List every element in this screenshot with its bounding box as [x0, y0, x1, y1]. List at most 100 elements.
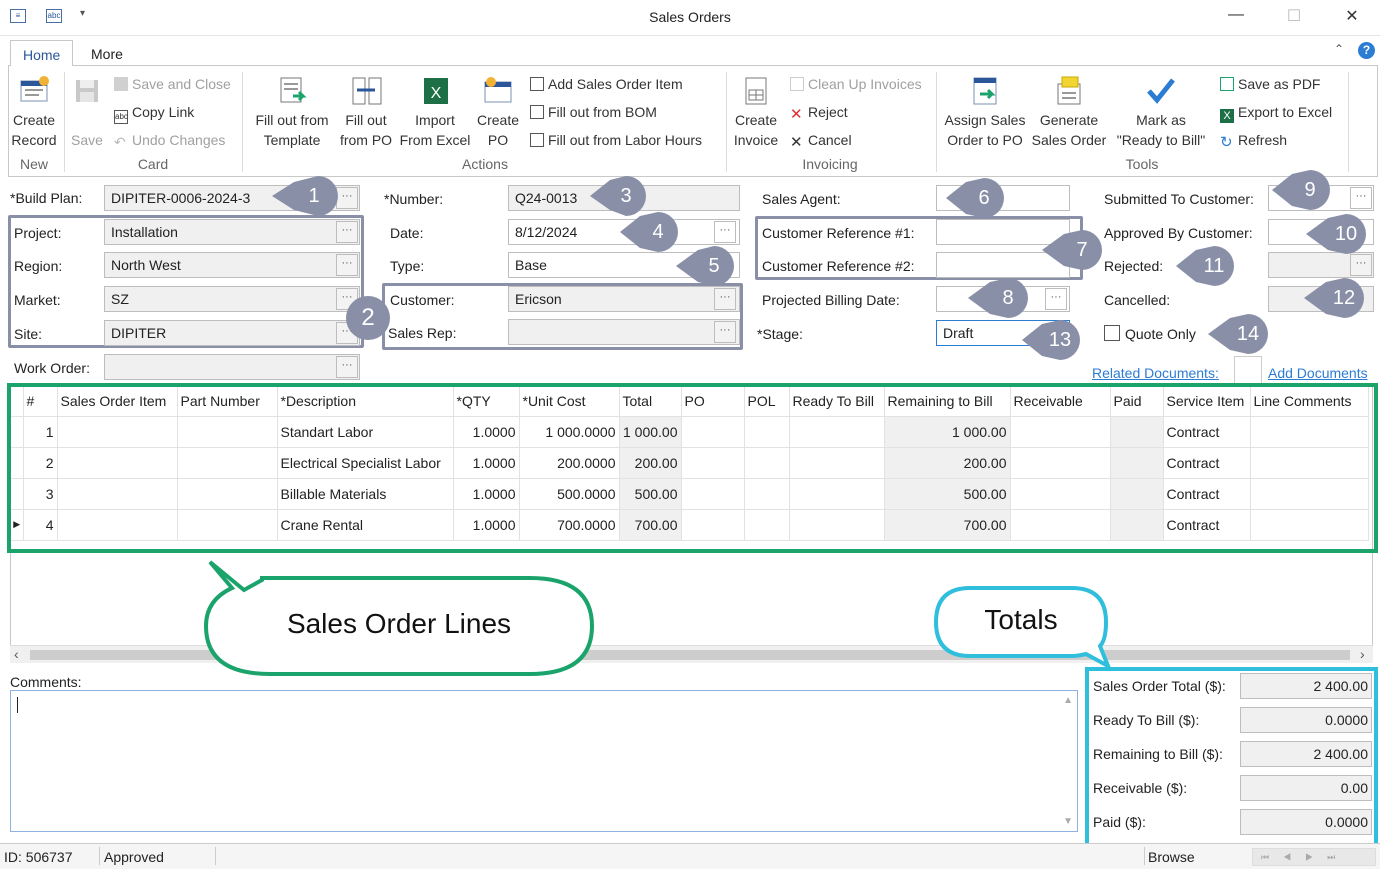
- customer-ellipsis-button[interactable]: ···: [714, 288, 736, 310]
- add-item-button[interactable]: Add Sales Order Item: [530, 76, 683, 92]
- status-divider: [99, 847, 100, 865]
- callout-number: 5: [708, 255, 720, 277]
- tab-home[interactable]: Home: [10, 40, 74, 66]
- work-order-ellipsis-button[interactable]: ···: [336, 356, 358, 378]
- scroll-down-icon[interactable]: ▼: [1063, 816, 1073, 827]
- cancel-button[interactable]: ✕ Cancel: [790, 132, 852, 151]
- new-record-icon: [20, 76, 49, 102]
- sales-rep-ellipsis-button[interactable]: ···: [714, 321, 736, 343]
- submitted-label: Submitted To Customer:: [1104, 191, 1254, 207]
- proj-billing-picker-button[interactable]: ···: [1045, 288, 1067, 310]
- callout-number: 14: [1236, 323, 1260, 345]
- total-label: Paid ($):: [1093, 814, 1146, 830]
- assign-button[interactable]: Assign Sales Order to PO: [942, 74, 1028, 150]
- minimize-icon[interactable]: —: [1224, 6, 1248, 28]
- scroll-left-icon[interactable]: ‹: [14, 646, 19, 662]
- title-bar: ≡ abc ▾ Sales Orders — ☐ ✕: [0, 0, 1380, 36]
- save-close-label: Save and Close: [132, 76, 231, 92]
- project-field[interactable]: Installation: [104, 219, 360, 245]
- mark-ready-line1: Mark as: [1136, 112, 1186, 128]
- save-close-icon: [114, 77, 128, 91]
- rejected-ellipsis-button[interactable]: ···: [1350, 254, 1372, 276]
- mark-ready-button[interactable]: Mark as "Ready to Bill": [1110, 74, 1212, 150]
- sales-rep-field[interactable]: [508, 319, 740, 345]
- excel-small-icon: X: [1220, 109, 1234, 123]
- customer-field[interactable]: Ericson: [508, 286, 740, 312]
- site-field[interactable]: DIPITER: [104, 320, 360, 346]
- customer-label: Customer:: [390, 292, 455, 308]
- create-po-button[interactable]: Create PO: [474, 74, 522, 150]
- status-divider: [215, 847, 216, 865]
- save-pdf-button[interactable]: Save as PDF: [1220, 76, 1320, 92]
- import-excel-button[interactable]: X Import From Excel: [398, 74, 472, 150]
- market-label: Market:: [14, 292, 61, 308]
- date-field[interactable]: 8/12/2024: [508, 219, 740, 245]
- quote-only-label: Quote Only: [1125, 326, 1196, 342]
- undo-button[interactable]: ↶ Undo Changes: [114, 132, 225, 150]
- reject-button[interactable]: ✕ Reject: [790, 104, 848, 123]
- quote-only-checkbox[interactable]: [1104, 325, 1120, 341]
- save-button[interactable]: Save: [68, 74, 106, 150]
- comments-label: Comments:: [10, 674, 82, 690]
- refresh-button[interactable]: ↻ Refresh: [1220, 132, 1287, 151]
- record-status: Approved: [104, 849, 164, 865]
- import-excel-line1: Import: [415, 112, 455, 128]
- horizontal-scrollbar[interactable]: ‹ ›: [10, 645, 1373, 663]
- add-item-icon: [530, 77, 544, 91]
- cust-ref1-field[interactable]: [936, 219, 1070, 245]
- generate-line2: Sales Order: [1031, 132, 1107, 148]
- date-picker-button[interactable]: ···: [714, 221, 736, 243]
- cust-ref2-field[interactable]: [936, 252, 1070, 278]
- market-field[interactable]: SZ: [104, 286, 360, 312]
- invoice-icon: [745, 77, 767, 105]
- close-icon[interactable]: ✕: [1340, 6, 1364, 28]
- tab-more[interactable]: More: [79, 40, 135, 66]
- save-close-button[interactable]: Save and Close: [114, 76, 231, 92]
- collapse-ribbon-icon[interactable]: ⌃: [1334, 42, 1344, 56]
- fill-po-button[interactable]: Fill out from PO: [336, 74, 396, 150]
- generate-button[interactable]: Generate Sales Order: [1028, 74, 1110, 150]
- copy-link-button[interactable]: abc Copy Link: [114, 104, 194, 124]
- clean-up-button[interactable]: Clean Up Invoices: [790, 76, 922, 92]
- help-icon[interactable]: ?: [1358, 42, 1375, 59]
- create-invoice-button[interactable]: Create Invoice: [730, 74, 782, 150]
- region-field[interactable]: North West: [104, 252, 360, 278]
- copy-link-label: Copy Link: [132, 104, 195, 120]
- scroll-right-icon[interactable]: ›: [1360, 646, 1365, 662]
- create-po-line2: PO: [487, 132, 509, 148]
- related-documents-link[interactable]: Related Documents:: [1092, 365, 1219, 381]
- fill-po-line1: Fill out: [345, 112, 387, 128]
- totals-callout-text: Totals: [984, 604, 1058, 635]
- assign-line2: Order to PO: [947, 132, 1023, 148]
- callout-number: 2: [361, 304, 375, 331]
- build-plan-ellipsis-button[interactable]: ···: [336, 187, 358, 209]
- fill-labor-button[interactable]: Fill out from Labor Hours: [530, 132, 702, 148]
- assign-icon: [973, 77, 997, 105]
- scroll-up-icon[interactable]: ▲: [1063, 695, 1073, 706]
- cancel-label: Cancel: [808, 132, 852, 148]
- documents-thumbnail[interactable]: [1234, 356, 1262, 384]
- callout-number: 11: [1203, 255, 1225, 277]
- create-record-line1: Create: [12, 112, 56, 128]
- comments-textarea[interactable]: ▲ ▼: [10, 690, 1078, 832]
- pdf-icon: [1220, 77, 1234, 91]
- create-record-button[interactable]: Create Record: [10, 74, 58, 150]
- record-navigator[interactable]: ⏮◀▶⏭: [1252, 848, 1376, 866]
- fill-bom-button[interactable]: Fill out from BOM: [530, 104, 657, 120]
- group-invoicing-label: Invoicing: [802, 156, 858, 172]
- region-ellipsis-button[interactable]: ···: [336, 254, 358, 276]
- fill-template-button[interactable]: Fill out from Template: [250, 74, 334, 150]
- add-documents-link[interactable]: Add Documents: [1268, 365, 1368, 381]
- work-order-field[interactable]: [104, 354, 360, 380]
- mark-ready-line2: "Ready to Bill": [1116, 132, 1206, 148]
- maximize-icon[interactable]: ☐: [1282, 6, 1306, 28]
- submitted-picker-button[interactable]: ···: [1350, 187, 1372, 209]
- export-excel-button[interactable]: X Export to Excel: [1220, 104, 1332, 123]
- callout-number: 13: [1048, 329, 1072, 351]
- ribbon-separator: [726, 72, 727, 172]
- project-ellipsis-button[interactable]: ···: [336, 221, 358, 243]
- create-po-line1: Create: [476, 112, 520, 128]
- total-label: Remaining to Bill ($):: [1093, 746, 1223, 762]
- fill-bom-label: Fill out from BOM: [548, 104, 657, 120]
- scroll-thumb[interactable]: [30, 650, 1350, 660]
